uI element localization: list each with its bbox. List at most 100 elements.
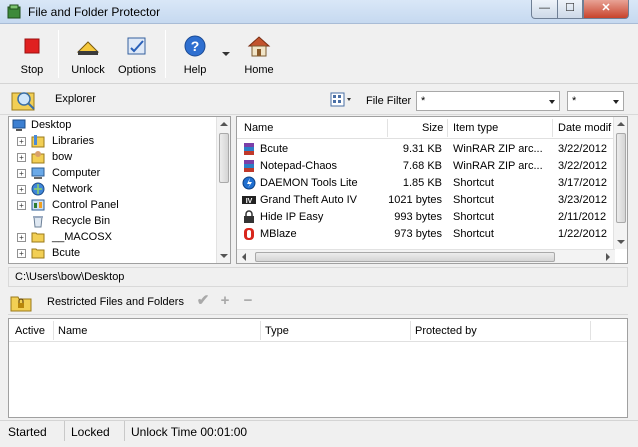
scroll-thumb[interactable] (219, 133, 229, 183)
column-header-date[interactable]: Date modif (558, 122, 611, 134)
tree-item-computer[interactable]: + Computer (9, 165, 219, 181)
tree-label: Network (52, 183, 93, 195)
home-button[interactable]: Home (238, 28, 280, 80)
restricted-list[interactable]: Active Name Type Protected by (8, 318, 628, 418)
file-row[interactable]: IV Grand Theft Auto IV 1021 bytes Shortc… (237, 192, 617, 209)
winrar-icon (244, 160, 254, 172)
unlock-icon (76, 41, 100, 55)
file-type: WinRAR ZIP arc... (453, 160, 543, 172)
expand-icon[interactable]: + (17, 153, 26, 162)
file-list[interactable]: Name Size Item type Date modif Bcute 9.3… (236, 116, 628, 264)
column-header-size[interactable]: Size (422, 122, 443, 134)
expand-icon[interactable]: + (17, 169, 26, 178)
expand-icon[interactable]: + (17, 185, 26, 194)
add-icon[interactable]: + (218, 293, 232, 309)
column-divider[interactable] (590, 321, 591, 340)
column-header-name[interactable]: Name (244, 122, 273, 134)
status-unlock-time: Unlock Time 00:01:00 (131, 425, 248, 439)
scroll-right-icon[interactable] (606, 253, 610, 261)
chevron-down-icon (613, 100, 619, 104)
tree-item-macosx[interactable]: + __MACOSX (9, 229, 219, 245)
help-label: Help (183, 64, 207, 76)
svg-text:IV: IV (246, 198, 253, 205)
unlock-button[interactable]: Unlock (66, 28, 110, 80)
file-row[interactable]: Hide IP Easy 993 bytes Shortcut 2/11/201… (237, 209, 617, 226)
status-cell-state: Started (4, 421, 65, 441)
remove-icon[interactable]: − (241, 293, 255, 309)
svg-text:?: ? (191, 38, 200, 54)
column-divider[interactable] (53, 321, 54, 340)
options-button[interactable]: Options (114, 28, 160, 80)
scroll-down-icon[interactable] (220, 254, 228, 258)
file-name: MBlaze (260, 228, 297, 240)
toolbar: Stop Unlock Options ? Help Home (0, 24, 638, 84)
scroll-down-icon[interactable] (617, 240, 625, 244)
expand-icon[interactable]: + (17, 249, 26, 258)
file-row[interactable]: Bcute 9.31 KB WinRAR ZIP arc... 3/22/201… (237, 141, 617, 158)
column-divider[interactable] (387, 119, 388, 137)
minimize-button[interactable]: — (531, 0, 558, 19)
recycle-bin-icon (33, 216, 43, 228)
expand-icon[interactable]: + (17, 201, 26, 210)
column-header-type[interactable]: Type (265, 325, 289, 337)
tree-label: Bcute (52, 247, 81, 259)
tree-item-recycle-bin[interactable]: Recycle Bin (9, 213, 219, 229)
column-divider[interactable] (260, 321, 261, 340)
help-icon: ? (184, 35, 206, 57)
tree-item-libraries[interactable]: + Libraries (9, 133, 219, 149)
maximize-button[interactable]: ☐ (557, 0, 583, 19)
file-date: 2/11/2012 (558, 211, 607, 223)
file-date: 1/22/2012 (558, 228, 607, 240)
file-list-vertical-scrollbar[interactable] (613, 117, 627, 249)
file-row[interactable]: DAEMON Tools Lite 1.85 KB Shortcut 3/17/… (237, 175, 617, 192)
expand-icon[interactable]: + (17, 233, 26, 242)
path-bar: C:\Users\bow\Desktop (8, 267, 628, 287)
file-name: Hide IP Easy (260, 211, 324, 223)
column-divider[interactable] (447, 119, 448, 137)
options-label: Options (118, 64, 156, 76)
view-mode-icon[interactable] (330, 92, 354, 108)
tree-item-control-panel[interactable]: + Control Panel (9, 197, 219, 213)
file-list-horizontal-scrollbar[interactable] (237, 249, 615, 263)
column-header-active[interactable]: Active (15, 325, 45, 337)
column-divider[interactable] (552, 119, 553, 137)
tree-item-bcute[interactable]: + Bcute (9, 245, 219, 261)
file-filter-combo-2[interactable]: * (567, 91, 624, 111)
libraries-icon (31, 135, 45, 148)
close-button[interactable]: ✕ (583, 0, 629, 19)
file-filter-combo[interactable]: * (416, 91, 560, 111)
tree-item-network[interactable]: + Network (9, 181, 219, 197)
file-type: Shortcut (453, 228, 494, 240)
tree-label: bow (52, 151, 73, 163)
network-icon (31, 182, 45, 196)
scroll-left-icon[interactable] (242, 253, 246, 261)
lock-icon (244, 210, 254, 223)
file-row[interactable]: MBlaze 973 bytes Shortcut 1/22/2012 (237, 226, 617, 243)
folder-icon (31, 232, 45, 243)
help-dropdown-arrow[interactable] (222, 52, 230, 56)
check-icon[interactable]: ✔ (196, 293, 210, 309)
file-filter-value-2: * (572, 95, 577, 107)
stop-button[interactable]: Stop (10, 28, 54, 80)
tree-item-desktop[interactable]: Desktop (9, 117, 219, 133)
column-header-type[interactable]: Item type (453, 122, 498, 134)
scroll-thumb[interactable] (616, 133, 626, 223)
scroll-up-icon[interactable] (617, 122, 625, 126)
unlock-label: Unlock (71, 64, 105, 76)
home-label: Home (244, 64, 274, 76)
column-header-name[interactable]: Name (58, 325, 87, 337)
file-name: Notepad-Chaos (260, 160, 338, 172)
column-header-protected-by[interactable]: Protected by (415, 325, 477, 337)
file-row[interactable]: Notepad-Chaos 7.68 KB WinRAR ZIP arc... … (237, 158, 617, 175)
status-cell-unlock-time: Unlock Time 00:01:00 (127, 421, 632, 441)
scroll-up-icon[interactable] (220, 122, 228, 126)
help-button[interactable]: ? Help (174, 28, 216, 80)
tree-vertical-scrollbar[interactable] (216, 117, 230, 263)
scroll-thumb[interactable] (255, 252, 555, 262)
tree-item-bow[interactable]: + bow (9, 149, 219, 165)
folder-tree[interactable]: Desktop + Libraries + bow + Computer + N… (8, 116, 231, 264)
desktop-icon (12, 119, 26, 131)
file-name: Bcute (260, 143, 289, 155)
expand-icon[interactable]: + (17, 137, 26, 146)
column-divider[interactable] (410, 321, 411, 340)
